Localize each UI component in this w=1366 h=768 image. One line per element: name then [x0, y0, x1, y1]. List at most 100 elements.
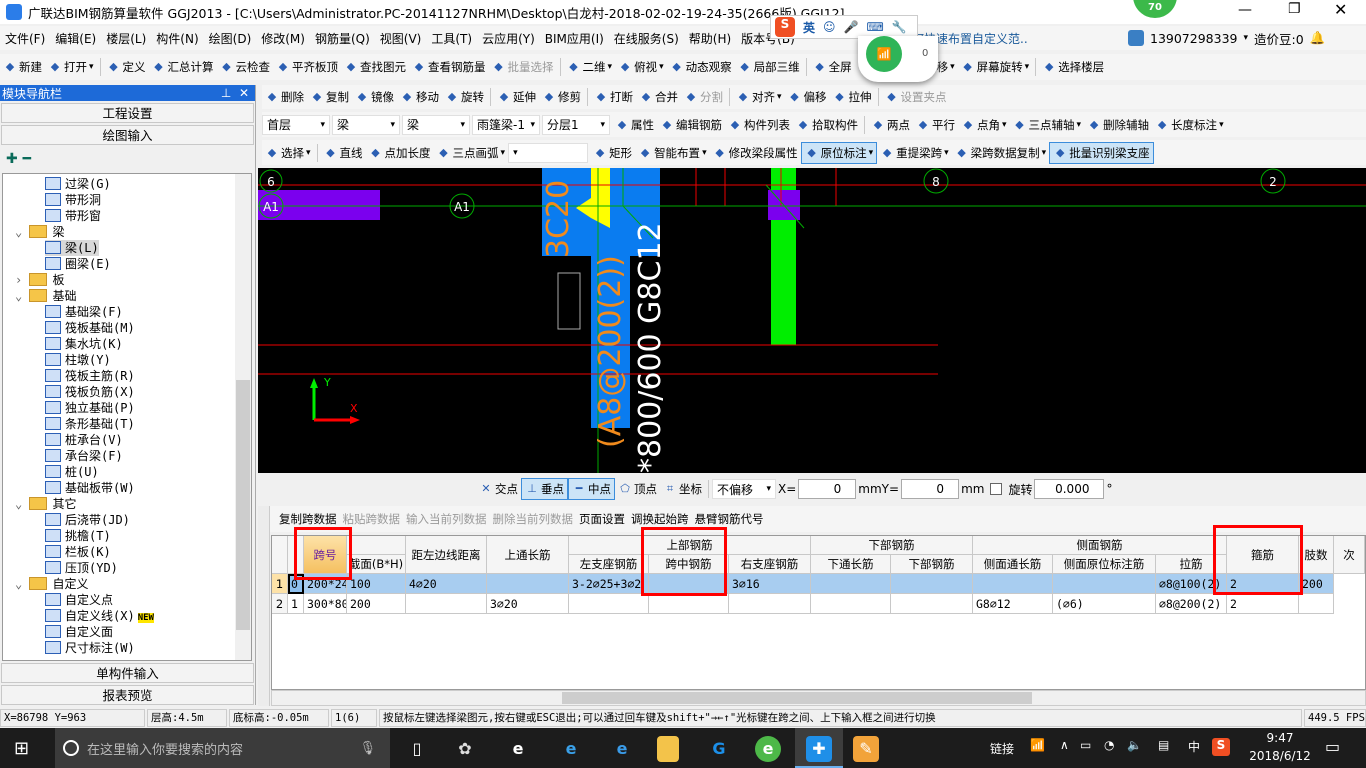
- battery-icon[interactable]: ▭: [1080, 738, 1091, 752]
- chevron-down-icon[interactable]: ▾: [659, 62, 664, 72]
- selector-combo[interactable]: 梁: [402, 114, 470, 135]
- chevron-down-icon[interactable]: ▾: [1042, 148, 1047, 158]
- tray-overflow-icon[interactable]: ∧: [1060, 738, 1069, 752]
- two-point-button[interactable]: ◆ 两点: [868, 114, 913, 136]
- menu-item[interactable]: 工具(T): [426, 30, 477, 47]
- table-cell[interactable]: 1: [288, 594, 304, 614]
- volume-icon[interactable]: 🔈: [1127, 738, 1142, 752]
- tree-item[interactable]: 栏板(K): [45, 544, 111, 560]
- tree-item[interactable]: ⌄ 基础: [15, 288, 76, 304]
- split-button[interactable]: ◆ 分割: [681, 86, 726, 108]
- notes-app-icon[interactable]: ✎: [853, 736, 879, 762]
- table-action-button[interactable]: 删除当前列数据: [490, 508, 577, 530]
- chevron-down-icon[interactable]: ▾: [89, 62, 94, 72]
- tree-item[interactable]: 带形窗: [45, 208, 101, 224]
- menu-item[interactable]: 帮助(H): [684, 30, 736, 47]
- stretch-button[interactable]: ◆ 拉伸: [830, 86, 875, 108]
- menu-item[interactable]: 楼层(L): [101, 30, 151, 47]
- in-situ-annotation-button[interactable]: ◆ 原位标注 ▾: [800, 141, 878, 164]
- break-button[interactable]: ◆ 打断: [591, 86, 636, 108]
- chevron-right-icon[interactable]: ›: [15, 273, 29, 287]
- rotate-button[interactable]: ◆ 旋转: [442, 86, 487, 108]
- column-header[interactable]: 跨号: [304, 536, 347, 574]
- table-cell[interactable]: [1299, 594, 1334, 614]
- table-cell[interactable]: [569, 594, 649, 614]
- sigma-button[interactable]: ◆ 汇总计算: [149, 56, 217, 78]
- keyboard-icon[interactable]: ⌨: [866, 20, 883, 34]
- table-action-button[interactable]: 悬臂钢筋代号: [692, 508, 767, 530]
- column-header[interactable]: 拉筋: [1156, 555, 1227, 574]
- single-component-input-button[interactable]: 单构件输入: [1, 663, 254, 683]
- trim-button[interactable]: ◆ 修剪: [539, 86, 584, 108]
- table-cell[interactable]: G8⌀12: [973, 594, 1053, 614]
- x-coord-input[interactable]: 0: [798, 479, 857, 499]
- snap-coordinate[interactable]: ⌗ 坐标: [660, 478, 705, 500]
- chevron-down-icon[interactable]: ▾: [1025, 62, 1030, 72]
- table-cell[interactable]: [1053, 574, 1156, 594]
- tree-item[interactable]: 自定义面: [45, 624, 113, 640]
- expand-all-icon[interactable]: ✚: [6, 151, 18, 167]
- offset-button[interactable]: ◆ 偏移: [785, 86, 830, 108]
- pick-button[interactable]: ◆ 拾取构件: [793, 114, 861, 136]
- user-phone[interactable]: 13907298339: [1150, 31, 1237, 46]
- ie-icon[interactable]: e: [609, 736, 635, 762]
- chevron-down-icon[interactable]: ⌄: [15, 577, 29, 591]
- menu-item[interactable]: 钢筋量(Q): [310, 30, 375, 47]
- section-annotation[interactable]: *800/600 G8C12: [633, 222, 668, 473]
- table-cell[interactable]: 4⌀20: [406, 574, 487, 594]
- table-cell[interactable]: 200: [1299, 574, 1334, 594]
- selector-combo[interactable]: 分层1: [542, 114, 610, 135]
- column-header[interactable]: 左支座钢筋: [569, 555, 649, 574]
- smart-layout-button[interactable]: ◆ 智能布置 ▾: [635, 142, 710, 164]
- component-list-button[interactable]: ◆ 构件列表: [725, 114, 793, 136]
- top-view-button[interactable]: ◆ 俯视 ▾: [615, 56, 667, 78]
- column-header[interactable]: 侧面原位标注筋: [1053, 555, 1156, 574]
- menu-item[interactable]: 构件(N): [151, 30, 203, 47]
- table-cell[interactable]: 300*800/6: [304, 594, 347, 614]
- table-action-button[interactable]: 复制跨数据: [276, 508, 340, 530]
- menu-item[interactable]: 编辑(E): [50, 30, 101, 47]
- table-cell[interactable]: [811, 594, 891, 614]
- 2d-button[interactable]: ◆ 二维 ▾: [564, 56, 616, 78]
- selector-combo[interactable]: 首层: [262, 114, 330, 135]
- wrench-icon[interactable]: 🔧: [892, 20, 907, 34]
- three-point-axis-button[interactable]: ◆ 三点辅轴 ▾: [1010, 114, 1085, 136]
- tree-scroll-thumb[interactable]: [236, 380, 250, 630]
- project-settings-button[interactable]: 工程设置: [1, 103, 254, 123]
- span-copy-button[interactable]: ◆ 梁跨数据复制 ▾: [952, 142, 1050, 164]
- point-angle-button[interactable]: ◆ 点角 ▾: [958, 114, 1010, 136]
- partial-3d-button[interactable]: ◆ 局部三维: [735, 56, 803, 78]
- column-header[interactable]: 下部钢筋: [891, 555, 973, 574]
- re-extract-span-button[interactable]: ◆ 重提梁跨 ▾: [877, 142, 952, 164]
- tree-item[interactable]: 独立基础(P): [45, 400, 135, 416]
- chevron-down-icon[interactable]: ▾: [306, 148, 311, 158]
- bell-icon[interactable]: 🔔: [1310, 30, 1326, 46]
- table-cell[interactable]: [406, 594, 487, 614]
- ggj-active-task[interactable]: ✚: [795, 728, 843, 768]
- tree-item[interactable]: 桩(U): [45, 464, 99, 480]
- menu-item[interactable]: 文件(F): [0, 30, 50, 47]
- table-cell[interactable]: 3⌀16: [729, 574, 811, 594]
- table-action-button[interactable]: 调换起始跨: [628, 508, 692, 530]
- glodon-g-icon[interactable]: G: [706, 736, 732, 762]
- column-header[interactable]: 截面(B*H): [347, 555, 406, 574]
- batch-select-button[interactable]: ◆ 批量选择: [489, 56, 557, 78]
- chevron-down-icon[interactable]: ▾: [1077, 120, 1082, 130]
- table-action-button[interactable]: 粘贴跨数据: [340, 508, 404, 530]
- report-preview-button[interactable]: 报表预览: [1, 685, 254, 705]
- snap-vertex[interactable]: ⬠ 顶点: [615, 478, 660, 500]
- stirrup-annotation[interactable]: (A8@200(2)): [593, 255, 628, 448]
- delete-axis-button[interactable]: ◆ 删除辅轴: [1084, 114, 1152, 136]
- file-explorer-icon[interactable]: [657, 736, 679, 762]
- tree-item[interactable]: 压顶(YD): [45, 560, 118, 576]
- mic-icon[interactable]: 🎙: [359, 741, 376, 756]
- column-header[interactable]: 肢数: [1299, 536, 1334, 574]
- table-cell[interactable]: [811, 574, 891, 594]
- drawing-input-button[interactable]: 绘图输入: [1, 125, 254, 145]
- table-cell[interactable]: ⌀8@100(2): [1156, 574, 1227, 594]
- sogou-icon[interactable]: S: [775, 17, 795, 37]
- rebar-view-button[interactable]: ◆ 查看钢筋量: [409, 56, 489, 78]
- tree-item[interactable]: 过梁(G): [45, 176, 111, 192]
- tree-item[interactable]: 后浇带(JD): [45, 512, 130, 528]
- chevron-down-icon[interactable]: ▾: [777, 92, 782, 102]
